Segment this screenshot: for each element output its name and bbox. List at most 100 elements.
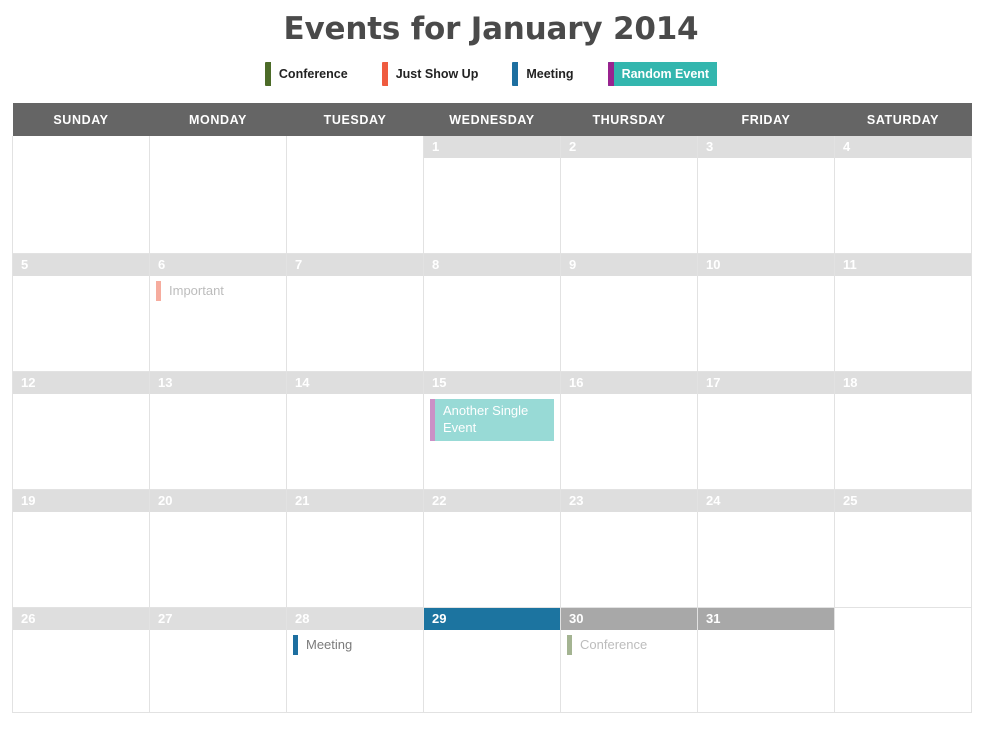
legend-item-label: Just Show Up: [395, 67, 479, 81]
calendar-day-cell[interactable]: 22: [423, 489, 561, 608]
day-events-container: [561, 512, 697, 517]
calendar-day-cell[interactable]: 26: [12, 607, 150, 713]
day-events-container: [13, 630, 149, 635]
weekday-header-monday: MONDAY: [149, 103, 287, 136]
calendar-week-row: 5 6 Important 7 8 9 10 11: [12, 253, 972, 372]
calendar-day-cell[interactable]: 25: [834, 489, 972, 608]
day-events-container: [424, 630, 560, 635]
calendar-event[interactable]: Meeting: [293, 635, 417, 655]
day-events-container: [835, 608, 971, 613]
calendar-day-cell[interactable]: 13: [149, 371, 287, 490]
calendar-day-cell[interactable]: 27: [149, 607, 287, 713]
calendar-event[interactable]: Conference: [567, 635, 691, 655]
calendar-day-cell[interactable]: 24: [697, 489, 835, 608]
calendar-day-cell[interactable]: 5: [12, 253, 150, 372]
calendar-event[interactable]: Important: [156, 281, 280, 301]
day-events-container: Important: [150, 276, 286, 301]
day-number: 9: [561, 254, 697, 276]
calendar-weekday-header-row: SUNDAY MONDAY TUESDAY WEDNESDAY THURSDAY FRID…: [12, 103, 972, 136]
day-number: 30: [561, 608, 697, 630]
calendar-day-cell-empty: [286, 136, 424, 254]
calendar-week-row: 19 20 21 22 23 24 25: [12, 489, 972, 608]
calendar-day-cell[interactable]: 31: [697, 607, 835, 713]
weekday-header-thursday: THURSDAY: [560, 103, 698, 136]
day-number: 21: [287, 490, 423, 512]
calendar-grid: SUNDAY MONDAY TUESDAY WEDNESDAY THURSDAY FRID…: [12, 103, 972, 713]
day-number: 2: [561, 136, 697, 158]
day-events-container: [424, 276, 560, 281]
calendar-day-cell[interactable]: 30 Conference: [560, 607, 698, 713]
calendar-body: 1 2 3 4 5 6 Important 7 8 9 10 11 12 13 14 15 Another Si…: [12, 136, 972, 713]
calendar-day-cell[interactable]: 16: [560, 371, 698, 490]
day-events-container: [287, 394, 423, 399]
calendar-day-cell[interactable]: 17: [697, 371, 835, 490]
calendar-day-cell[interactable]: 10: [697, 253, 835, 372]
legend-item-conference[interactable]: Conference: [264, 62, 356, 86]
day-events-container: [150, 394, 286, 399]
day-events-container: [287, 512, 423, 517]
day-number: 11: [835, 254, 971, 276]
calendar-day-cell[interactable]: 14: [286, 371, 424, 490]
calendar-day-cell[interactable]: 9: [560, 253, 698, 372]
day-events-container: [698, 512, 834, 517]
legend-item-just-show-up[interactable]: Just Show Up: [381, 62, 487, 86]
calendar-day-cell[interactable]: 20: [149, 489, 287, 608]
day-number: 19: [13, 490, 149, 512]
day-events-container: [13, 136, 149, 141]
day-number: 29: [424, 608, 560, 630]
day-number: 6: [150, 254, 286, 276]
legend-item-random-event[interactable]: Random Event: [607, 62, 718, 86]
day-events-container: [835, 158, 971, 163]
calendar-day-cell[interactable]: 19: [12, 489, 150, 608]
day-events-container: [287, 276, 423, 281]
calendar-day-cell[interactable]: 11: [834, 253, 972, 372]
day-number: 1: [424, 136, 560, 158]
calendar-day-cell-empty: [834, 607, 972, 713]
day-number: 4: [835, 136, 971, 158]
day-events-container: Another Single Event: [424, 394, 560, 441]
day-events-container: [424, 158, 560, 163]
calendar-day-cell[interactable]: 4: [834, 136, 972, 254]
calendar-day-cell[interactable]: 29: [423, 607, 561, 713]
calendar-day-cell[interactable]: 12: [12, 371, 150, 490]
event-title: Another Single Event: [443, 403, 529, 435]
calendar-day-cell[interactable]: 21: [286, 489, 424, 608]
calendar-day-cell[interactable]: 3: [697, 136, 835, 254]
calendar-day-cell[interactable]: 2: [560, 136, 698, 254]
day-events-container: [835, 394, 971, 399]
day-events-container: [561, 158, 697, 163]
event-title: Important: [169, 283, 224, 298]
day-number: 31: [698, 608, 834, 630]
day-events-container: [287, 136, 423, 141]
day-number: 5: [13, 254, 149, 276]
day-events-container: [424, 512, 560, 517]
day-events-container: [698, 276, 834, 281]
weekday-header-row: SUNDAY MONDAY TUESDAY WEDNESDAY THURSDAY FRID…: [12, 103, 972, 136]
weekday-header-friday: FRIDAY: [697, 103, 835, 136]
page-title: Events for January 2014: [283, 11, 699, 47]
calendar-day-cell[interactable]: 7: [286, 253, 424, 372]
legend-item-meeting[interactable]: Meeting: [512, 62, 581, 86]
day-events-container: [835, 512, 971, 517]
calendar-day-cell[interactable]: 1: [423, 136, 561, 254]
calendar-day-cell[interactable]: 8: [423, 253, 561, 372]
calendar-day-cell[interactable]: 6 Important: [149, 253, 287, 372]
calendar-day-cell[interactable]: 28 Meeting: [286, 607, 424, 713]
day-events-container: [698, 394, 834, 399]
calendar-day-cell[interactable]: 23: [560, 489, 698, 608]
day-events-container: [150, 630, 286, 635]
weekday-header-saturday: SATURDAY: [834, 103, 972, 136]
day-number: 22: [424, 490, 560, 512]
legend-item-label: Meeting: [526, 67, 574, 81]
calendar-day-cell[interactable]: 18: [834, 371, 972, 490]
day-events-container: [150, 136, 286, 141]
day-number: 7: [287, 254, 423, 276]
day-number: 8: [424, 254, 560, 276]
event-title: Conference: [580, 637, 648, 652]
calendar-day-cell[interactable]: 15 Another Single Event: [423, 371, 561, 490]
day-events-container: [561, 276, 697, 281]
calendar-event[interactable]: Another Single Event: [430, 399, 554, 441]
calendar-container: SUNDAY MONDAY TUESDAY WEDNESDAY THURSDAY FRID…: [12, 103, 972, 713]
day-number: 26: [13, 608, 149, 630]
day-number: 20: [150, 490, 286, 512]
